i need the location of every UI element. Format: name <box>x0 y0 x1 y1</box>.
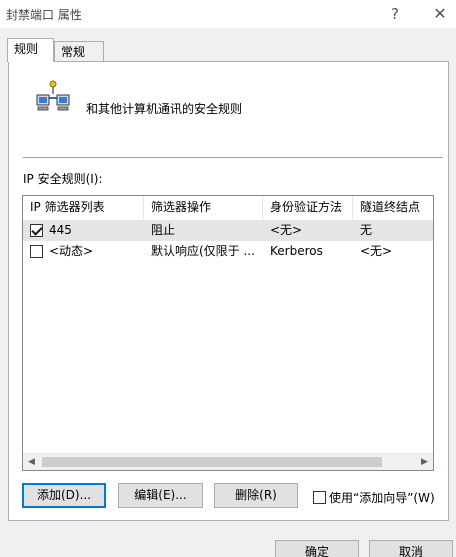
column-header-auth-method[interactable]: 身份验证方法 <box>263 196 353 219</box>
add-wizard-checkbox[interactable] <box>313 491 326 504</box>
cell-filter-list: 445 <box>49 223 72 237</box>
header-description: 和其他计算机通讯的安全规则 <box>86 102 243 116</box>
delete-button[interactable]: 删除(R) <box>214 483 298 508</box>
properties-dialog: 封禁端口 属性 ? ✕ 规则 常规 和其他计算机通讯的安全规则 IP 安全规则(… <box>0 0 456 557</box>
row-checkbox[interactable] <box>30 224 43 237</box>
edit-button[interactable]: 编辑(E)... <box>118 483 203 508</box>
cell-filter-action: 默认响应(仅限于 ... <box>151 244 255 258</box>
horizontal-scrollbar[interactable]: ◀ ▶ <box>23 453 433 470</box>
table-row[interactable]: <动态> 默认响应(仅限于 ... Kerberos <无> <box>23 241 433 262</box>
chevron-right-icon[interactable]: ▶ <box>416 454 433 470</box>
close-button[interactable]: ✕ <box>428 3 452 25</box>
tab-rules[interactable]: 规则 <box>7 38 54 62</box>
rules-list-label: IP 安全规则(I): <box>23 172 103 186</box>
cell-filter-action: 阻止 <box>151 223 176 237</box>
cell-tunnel-endpoint: <无> <box>360 244 393 258</box>
cell-filter-list: <动态> <box>49 244 94 258</box>
rules-tab-panel: 和其他计算机通讯的安全规则 IP 安全规则(I): IP 筛选器列表 筛选器操作… <box>8 61 449 521</box>
cell-auth-method: <无> <box>270 223 303 237</box>
cell-auth-method: Kerberos <box>270 244 323 258</box>
ok-button[interactable]: 确定 <box>275 540 359 557</box>
column-header-tunnel-endpoint[interactable]: 隧道终结点 <box>353 196 433 219</box>
network-computers-icon <box>36 80 70 111</box>
add-button[interactable]: 添加(D)... <box>22 483 106 508</box>
title-bar: 封禁端口 属性 ? ✕ <box>0 0 456 28</box>
separator <box>23 157 443 158</box>
cell-tunnel-endpoint: 无 <box>360 223 373 237</box>
window-title: 封禁端口 属性 <box>6 8 82 22</box>
cancel-button[interactable]: 取消 <box>369 540 453 557</box>
row-checkbox[interactable] <box>30 245 43 258</box>
column-header-filter-list[interactable]: IP 筛选器列表 <box>23 196 144 219</box>
tab-general[interactable]: 常规 <box>54 41 104 63</box>
help-button[interactable]: ? <box>383 3 407 25</box>
add-wizard-option[interactable]: 使用“添加向导”(W) <box>313 489 435 506</box>
table-row[interactable]: 445 阻止 <无> 无 <box>23 220 433 241</box>
scrollbar-thumb[interactable] <box>42 457 382 467</box>
rules-list[interactable]: IP 筛选器列表 筛选器操作 身份验证方法 隧道终结点 445 阻止 <无> 无… <box>22 195 434 471</box>
column-headers: IP 筛选器列表 筛选器操作 身份验证方法 隧道终结点 <box>23 196 433 219</box>
chevron-left-icon[interactable]: ◀ <box>23 454 40 470</box>
add-wizard-label: 使用“添加向导”(W) <box>329 491 435 505</box>
column-header-filter-action[interactable]: 筛选器操作 <box>144 196 263 219</box>
